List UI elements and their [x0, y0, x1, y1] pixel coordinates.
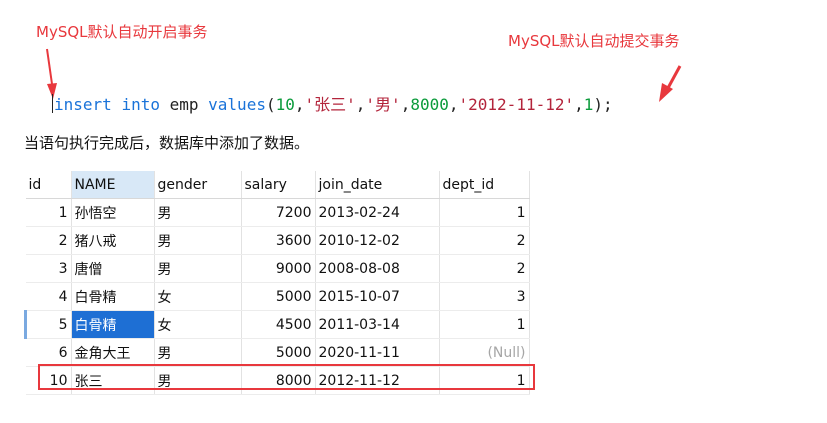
- cell-salary[interactable]: 5000: [241, 338, 316, 367]
- sql-value-salary: 8000: [410, 95, 449, 114]
- cell-name[interactable]: 白骨精: [71, 282, 155, 311]
- cell-salary[interactable]: 9000: [241, 254, 316, 283]
- cell-join-date[interactable]: 2013-02-24: [315, 198, 440, 227]
- cell-join-date[interactable]: 2020-11-11: [315, 338, 440, 367]
- grid-header-row: id NAME gender salary join_date dept_id: [25, 171, 530, 199]
- sql-table-name: emp: [169, 95, 199, 114]
- cell-id[interactable]: 6: [25, 338, 72, 367]
- text-cursor: [52, 94, 53, 113]
- column-header-salary[interactable]: salary: [241, 171, 316, 199]
- result-caption: 当语句执行完成后，数据库中添加了数据。: [24, 134, 310, 152]
- cell-dept-id[interactable]: 1: [439, 366, 530, 395]
- cell-name[interactable]: 猪八戒: [71, 226, 155, 255]
- column-header-gender[interactable]: gender: [154, 171, 242, 199]
- sql-paren-open: (: [265, 95, 276, 114]
- cell-gender[interactable]: 女: [154, 310, 242, 339]
- cell-name[interactable]: 唐僧: [71, 254, 155, 283]
- cell-join-date[interactable]: 2012-11-12: [315, 366, 440, 395]
- cell-dept-id[interactable]: 3: [439, 282, 530, 311]
- cell-gender[interactable]: 男: [154, 338, 242, 367]
- arrow-left: [46, 48, 53, 85]
- cell-dept-id-null[interactable]: (Null): [439, 338, 530, 367]
- cell-dept-id[interactable]: 2: [439, 254, 530, 283]
- cell-dept-id[interactable]: 1: [439, 198, 530, 227]
- table-row[interactable]: 4 白骨精 女 5000 2015-10-07 3: [25, 282, 530, 311]
- cell-join-date[interactable]: 2015-10-07: [315, 282, 440, 311]
- table-row[interactable]: 1 孙悟空 男 7200 2013-02-24 1: [25, 198, 530, 227]
- cell-id[interactable]: 2: [25, 226, 72, 255]
- column-header-join-date[interactable]: join_date: [315, 171, 440, 199]
- cell-dept-id[interactable]: 2: [439, 226, 530, 255]
- cell-gender[interactable]: 男: [154, 198, 242, 227]
- sql-keyword-insert: insert: [54, 95, 112, 114]
- table-row[interactable]: 6 金角大王 男 5000 2020-11-11 (Null): [25, 338, 530, 367]
- cell-id[interactable]: 4: [25, 282, 72, 311]
- cell-name[interactable]: 孙悟空: [71, 198, 155, 227]
- cell-gender[interactable]: 男: [154, 226, 242, 255]
- arrow-right-head: [659, 83, 673, 102]
- cell-name[interactable]: 金角大王: [71, 338, 155, 367]
- cell-gender[interactable]: 男: [154, 366, 242, 395]
- sql-value-date: '2012-11-12': [458, 95, 575, 114]
- sql-value-id: 10: [275, 95, 295, 114]
- table-row[interactable]: 2 猪八戒 男 3600 2010-12-02 2: [25, 226, 530, 255]
- sql-value-gender: '男': [365, 95, 401, 114]
- sql-value-dept: 1: [583, 95, 594, 114]
- table-row-new[interactable]: 10 张三 男 8000 2012-11-12 1: [25, 366, 530, 395]
- sql-keyword-into: into: [121, 95, 160, 114]
- cell-id[interactable]: 10: [25, 366, 72, 395]
- cell-salary[interactable]: 8000: [241, 366, 316, 395]
- cell-name-selected[interactable]: 白骨精: [71, 310, 155, 339]
- cell-dept-id[interactable]: 1: [439, 310, 530, 339]
- cell-id[interactable]: 3: [25, 254, 72, 283]
- sql-statement: insert into emp values(10,'张三','男',8000,…: [52, 94, 613, 114]
- cell-gender[interactable]: 女: [154, 282, 242, 311]
- cell-id[interactable]: 1: [25, 198, 72, 227]
- cell-salary[interactable]: 5000: [241, 282, 316, 311]
- cell-gender[interactable]: 男: [154, 254, 242, 283]
- column-header-name[interactable]: NAME: [71, 171, 155, 199]
- cell-id[interactable]: 5: [24, 310, 72, 339]
- cell-join-date[interactable]: 2008-08-08: [315, 254, 440, 283]
- cell-join-date[interactable]: 2011-03-14: [315, 310, 440, 339]
- cell-name[interactable]: 张三: [71, 366, 155, 395]
- sql-paren-close: );: [593, 95, 613, 114]
- sql-value-name: '张三': [304, 95, 356, 114]
- table-row-selected[interactable]: 5 白骨精 女 4500 2011-03-14 1: [24, 310, 530, 339]
- table-row[interactable]: 3 唐僧 男 9000 2008-08-08 2: [25, 254, 530, 283]
- cell-salary[interactable]: 4500: [241, 310, 316, 339]
- cell-join-date[interactable]: 2010-12-02: [315, 226, 440, 255]
- column-header-dept-id[interactable]: dept_id: [439, 171, 530, 199]
- result-grid: id NAME gender salary join_date dept_id …: [24, 171, 530, 395]
- cell-salary[interactable]: 3600: [241, 226, 316, 255]
- arrow-right: [666, 65, 682, 89]
- column-header-id[interactable]: id: [25, 171, 72, 199]
- cell-salary[interactable]: 7200: [241, 198, 316, 227]
- sql-keyword-values: values: [208, 95, 266, 114]
